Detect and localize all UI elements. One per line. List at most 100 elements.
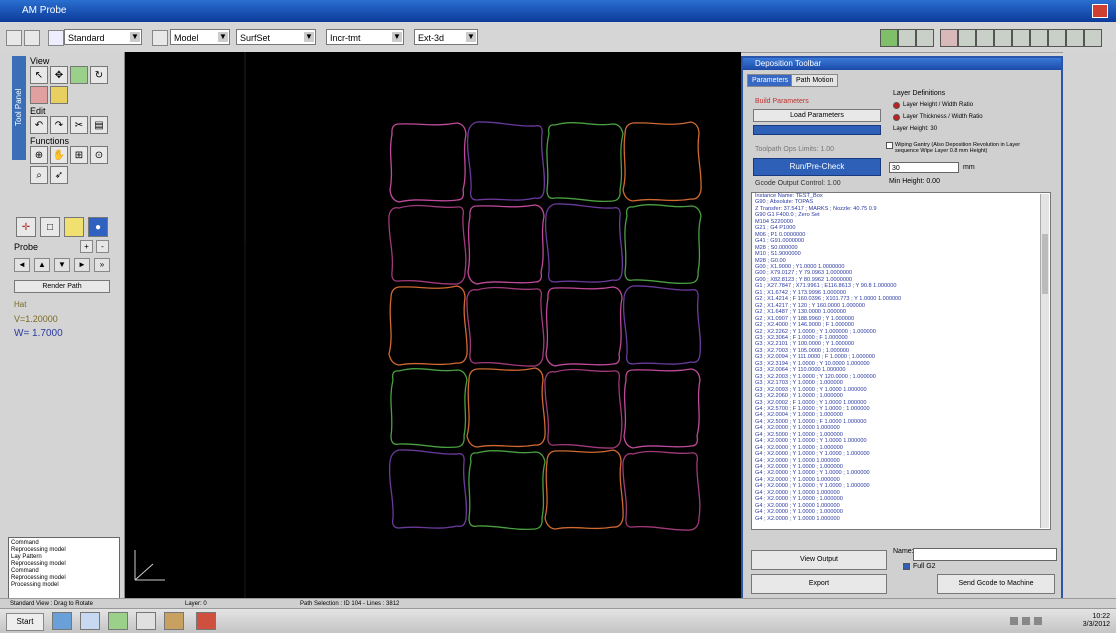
- 3d-viewport[interactable]: [125, 52, 741, 598]
- pointer-icon[interactable]: [152, 30, 168, 46]
- pen-icon[interactable]: [48, 30, 64, 46]
- toolpath-cell: [390, 368, 468, 449]
- surfset-select[interactable]: SurfSet ▼: [236, 29, 316, 45]
- rotate-icon[interactable]: ↻: [90, 66, 108, 84]
- layer-value-input[interactable]: 30: [889, 162, 959, 173]
- build-parameters-label: Build Parameters: [755, 98, 809, 105]
- folder-icon[interactable]: [164, 612, 184, 630]
- select-icon[interactable]: ↖: [30, 66, 48, 84]
- full-g2-checkbox[interactable]: [903, 563, 910, 570]
- measure-icon[interactable]: ⊞: [70, 146, 88, 164]
- explorer-icon[interactable]: [52, 612, 72, 630]
- dialog-title: Deposition Toolbar: [743, 58, 1061, 70]
- view-top-icon[interactable]: [994, 29, 1012, 47]
- window-title: AM Probe: [22, 5, 67, 16]
- pan-icon[interactable]: ✋: [50, 146, 68, 164]
- app-icon[interactable]: [80, 612, 100, 630]
- settings-icon[interactable]: [1084, 29, 1102, 47]
- radio-height-width-label: Layer Height / Width Ratio: [903, 102, 974, 108]
- functions-section-label: Functions: [30, 136, 70, 146]
- ext-select[interactable]: Ext-3d ▼: [414, 29, 478, 45]
- view-output-button[interactable]: View Output: [751, 550, 887, 570]
- standard-select[interactable]: Standard ▼: [64, 29, 142, 45]
- send-machine-button[interactable]: Send Gcode to Machine: [937, 574, 1055, 594]
- light-icon[interactable]: [50, 86, 68, 104]
- listing-scrollbar[interactable]: [1040, 194, 1049, 528]
- left-tool-panel: Tool Panel View ↖ ✥ ↻ Edit ↶ ↷ ✂ ▤ Funct…: [0, 52, 125, 611]
- wiping-gantry-checkbox[interactable]: [886, 142, 893, 149]
- undo-icon[interactable]: ↶: [30, 116, 48, 134]
- color-icon[interactable]: [30, 86, 48, 104]
- scrollbar-thumb[interactable]: [1042, 234, 1048, 294]
- pdf-icon[interactable]: [196, 612, 216, 630]
- move-icon[interactable]: ✥: [50, 66, 68, 84]
- zoom-in-icon[interactable]: [1048, 29, 1066, 47]
- zoom-icon[interactable]: ⊕: [30, 146, 48, 164]
- view-iso-icon[interactable]: [1012, 29, 1030, 47]
- tool-panel-tab-label: Tool Panel: [14, 88, 23, 126]
- toolpath-cell: [622, 450, 701, 531]
- redo-icon[interactable]: ↷: [50, 116, 68, 134]
- tab-parameters[interactable]: Parameters: [747, 74, 794, 87]
- probe-icon[interactable]: ⌕: [30, 166, 48, 184]
- snap-icon[interactable]: ⊙: [90, 146, 108, 164]
- radio-thickness-width[interactable]: [893, 114, 900, 121]
- gcode-output-label: Gcode Output Control: 1.00: [755, 180, 841, 187]
- tool-panel-tab[interactable]: Tool Panel: [12, 56, 26, 160]
- save-tool-icon[interactable]: [898, 29, 916, 47]
- info-icon[interactable]: ●: [88, 217, 108, 237]
- radio-thickness-width-label: Layer Thickness / Width Ratio: [903, 114, 983, 120]
- model-select[interactable]: Model ▼: [170, 29, 230, 45]
- toolpath-cell: [466, 286, 545, 367]
- start-button[interactable]: Start: [6, 613, 44, 631]
- run-tool-icon[interactable]: [880, 29, 898, 47]
- box-icon[interactable]: □: [40, 217, 60, 237]
- left-arrow-button[interactable]: ◄: [14, 258, 30, 272]
- grid-icon[interactable]: [70, 66, 88, 84]
- incr-select[interactable]: Incr-tmt ▼: [326, 29, 404, 45]
- plus-button[interactable]: +: [80, 240, 93, 253]
- app-doc-icon[interactable]: [136, 612, 156, 630]
- right-arrow-button[interactable]: ►: [74, 258, 90, 272]
- view-side-icon[interactable]: [976, 29, 994, 47]
- run-precheck-button[interactable]: Run/Pre-Check: [753, 158, 881, 176]
- down-arrow-button[interactable]: ▼: [54, 258, 70, 272]
- paste-icon[interactable]: ▤: [90, 116, 108, 134]
- network-icon[interactable]: [1010, 617, 1018, 625]
- print-tool-icon[interactable]: [916, 29, 934, 47]
- up-arrow-button[interactable]: ▲: [34, 258, 50, 272]
- export-button[interactable]: Export: [751, 574, 887, 594]
- open-icon[interactable]: [24, 30, 40, 46]
- note-icon[interactable]: [64, 217, 84, 237]
- crosshair-icon[interactable]: ✛: [16, 217, 36, 237]
- app-green-icon[interactable]: [108, 612, 128, 630]
- render-path-button[interactable]: Render Path: [14, 280, 110, 293]
- load-parameters-button[interactable]: Load Parameters: [753, 109, 881, 122]
- volume-icon[interactable]: [1022, 617, 1030, 625]
- log-line: Command: [11, 540, 39, 546]
- view-front-icon[interactable]: [958, 29, 976, 47]
- clock[interactable]: 10:22 3/3/2012: [1083, 613, 1110, 629]
- layer-tool-icon[interactable]: [940, 29, 958, 47]
- flag-icon[interactable]: [1034, 617, 1042, 625]
- toolpath-cell: [468, 450, 546, 531]
- zoom-fit-icon[interactable]: [1030, 29, 1048, 47]
- radio-height-width[interactable]: [893, 102, 900, 109]
- cursor-icon[interactable]: ➶: [50, 166, 68, 184]
- minus-button[interactable]: -: [96, 240, 109, 253]
- zoom-out-icon[interactable]: [1066, 29, 1084, 47]
- log-line: Processing model: [11, 582, 59, 588]
- toolpath-cell: [622, 121, 702, 202]
- view-section-label: View: [30, 56, 50, 66]
- tab-path-motion[interactable]: Path Motion: [791, 74, 839, 87]
- gcode-listing[interactable]: Instance Name: TEST_Box G90 ; Absolute: T…: [751, 192, 1051, 530]
- log-line: Lay Pattern: [11, 554, 42, 560]
- readout-label: Hat: [14, 300, 27, 309]
- close-window-button[interactable]: [1092, 4, 1108, 18]
- cut-icon[interactable]: ✂: [70, 116, 88, 134]
- standard-select-value: Standard: [68, 33, 105, 43]
- taskbar: Start 10:22 3/3/2012: [0, 608, 1116, 633]
- step-button[interactable]: »: [94, 258, 110, 272]
- name-input[interactable]: [913, 548, 1057, 561]
- new-icon[interactable]: [6, 30, 22, 46]
